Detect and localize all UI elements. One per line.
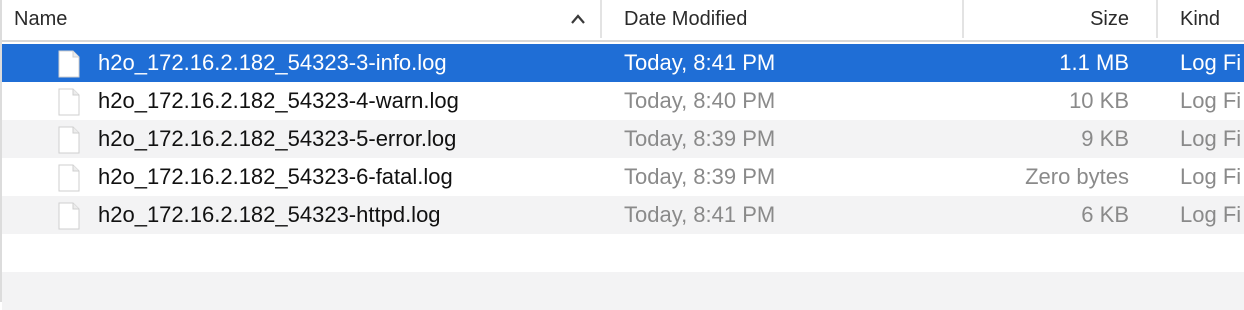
file-date-modified: Today, 8:39 PM bbox=[624, 126, 776, 151]
file-name: h2o_172.16.2.182_54323-4-warn.log bbox=[98, 88, 459, 113]
document-icon bbox=[58, 202, 80, 230]
file-size: 1.1 MB bbox=[1059, 50, 1129, 75]
column-divider[interactable] bbox=[600, 0, 602, 38]
file-kind: Log Fi bbox=[1180, 126, 1242, 151]
document-icon bbox=[58, 126, 80, 154]
document-icon bbox=[58, 164, 80, 192]
column-header-size[interactable]: Size bbox=[1090, 0, 1129, 38]
file-row[interactable]: h2o_172.16.2.182_54323-6-fatal.log Today… bbox=[2, 158, 1244, 196]
column-divider[interactable] bbox=[1156, 0, 1158, 38]
file-date-modified: Today, 8:40 PM bbox=[624, 88, 776, 113]
file-name: h2o_172.16.2.182_54323-3-info.log bbox=[98, 50, 447, 75]
column-header-bar: Name Date Modified Size Kind bbox=[2, 0, 1244, 42]
document-icon bbox=[58, 88, 80, 116]
file-kind: Log Fi bbox=[1180, 88, 1242, 113]
file-row[interactable]: h2o_172.16.2.182_54323-3-info.log Today,… bbox=[2, 44, 1244, 82]
file-size: 10 KB bbox=[1069, 88, 1129, 113]
column-divider[interactable] bbox=[962, 0, 964, 38]
file-date-modified: Today, 8:41 PM bbox=[624, 202, 776, 227]
column-header-name[interactable]: Name bbox=[14, 0, 67, 38]
file-size: 9 KB bbox=[1081, 126, 1129, 151]
file-row[interactable]: h2o_172.16.2.182_54323-4-warn.log Today,… bbox=[2, 82, 1244, 120]
column-header-kind[interactable]: Kind bbox=[1180, 0, 1220, 38]
file-date-modified: Today, 8:39 PM bbox=[624, 164, 776, 189]
chevron-up-icon[interactable] bbox=[568, 10, 588, 28]
empty-row bbox=[2, 234, 1244, 272]
file-size: Zero bytes bbox=[1025, 164, 1129, 189]
file-kind: Log Fi bbox=[1180, 164, 1242, 189]
file-name: h2o_172.16.2.182_54323-httpd.log bbox=[98, 202, 441, 227]
file-kind: Log Fi bbox=[1180, 202, 1242, 227]
file-date-modified: Today, 8:41 PM bbox=[624, 50, 776, 75]
file-row[interactable]: h2o_172.16.2.182_54323-5-error.log Today… bbox=[2, 120, 1244, 158]
empty-row bbox=[2, 272, 1244, 310]
file-list: h2o_172.16.2.182_54323-3-info.log Today,… bbox=[2, 44, 1244, 310]
file-name: h2o_172.16.2.182_54323-5-error.log bbox=[98, 126, 457, 151]
file-size: 6 KB bbox=[1081, 202, 1129, 227]
document-icon bbox=[58, 50, 80, 78]
file-kind: Log Fi bbox=[1180, 50, 1242, 75]
file-name: h2o_172.16.2.182_54323-6-fatal.log bbox=[98, 164, 453, 189]
file-row[interactable]: h2o_172.16.2.182_54323-httpd.log Today, … bbox=[2, 196, 1244, 234]
column-header-date-modified[interactable]: Date Modified bbox=[624, 0, 747, 38]
